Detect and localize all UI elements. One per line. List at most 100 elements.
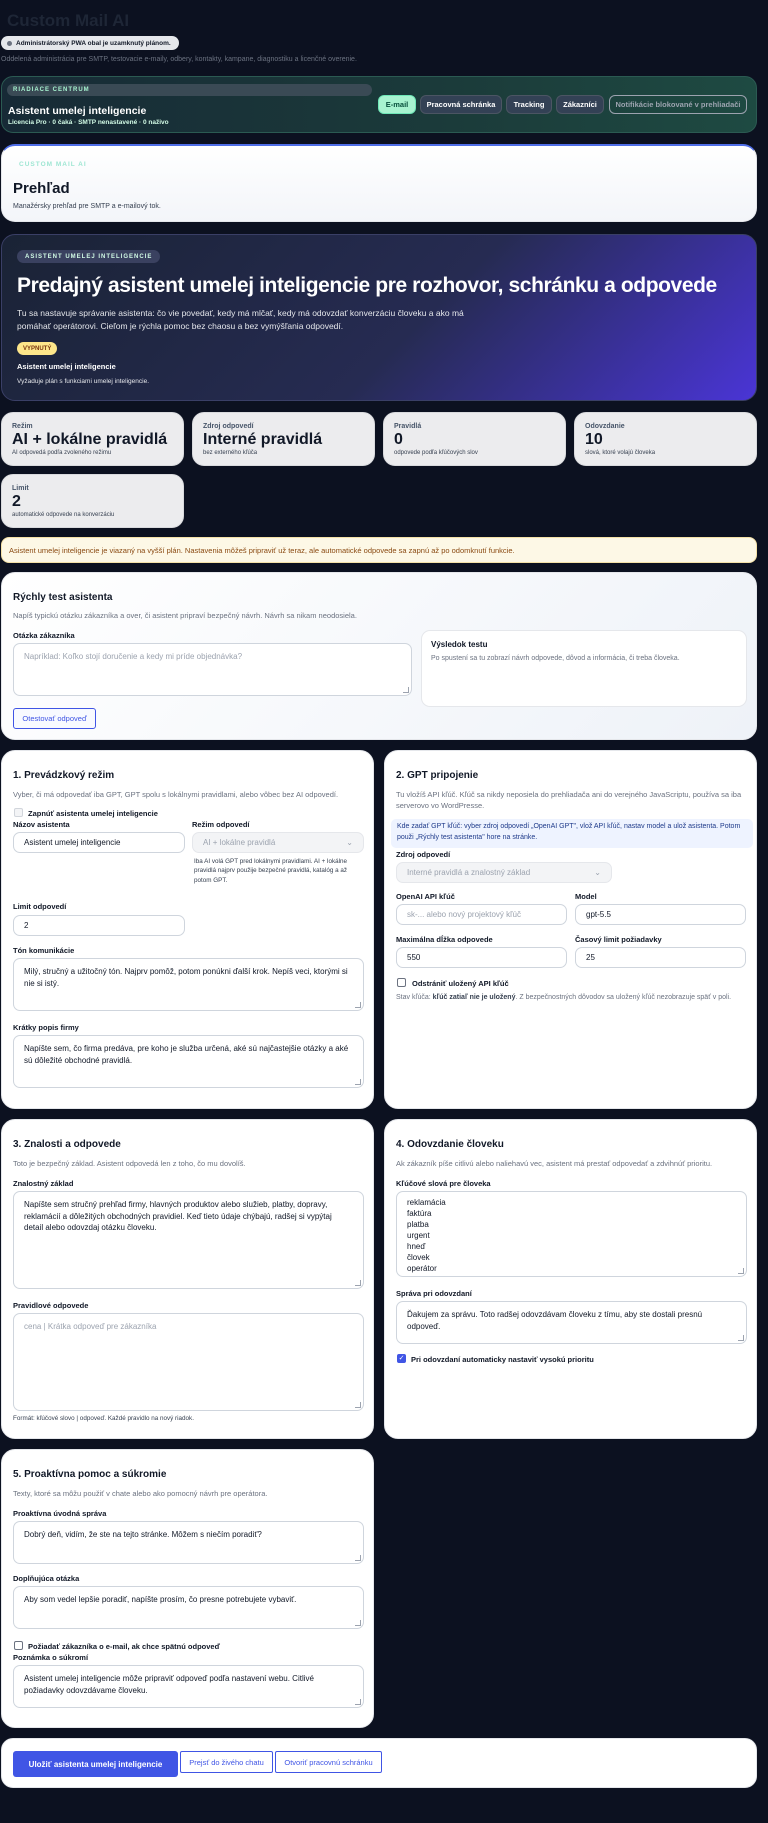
resize-handle-icon[interactable] [355, 1620, 361, 1626]
knowledge-title: 3. Znalosti a odpovede [13, 1139, 121, 1150]
remove-key-label: Odstrániť uložený API kľúč [412, 979, 509, 988]
proactive-subtitle: Texty, ktoré sa môžu použiť v chate aleb… [13, 1489, 268, 1498]
control-eyebrow: RIADIACE CENTRUM [7, 84, 372, 96]
handoff-message-textarea[interactable]: Ďakujem za správu. Toto radšej odovzdáva… [396, 1301, 747, 1344]
test-answer-button[interactable]: Otestovať odpoveď [13, 708, 96, 729]
ask-email-checkbox[interactable] [14, 1641, 23, 1650]
question-input[interactable]: Napríklad: Koľko stojí doručenie a kedy … [13, 643, 412, 696]
knowledge-base-label: Znalostný základ [13, 1179, 74, 1188]
notifications-blocked-button[interactable]: Notifikácie blokované v prehliadači [609, 95, 747, 114]
quick-test-title: Rýchly test asistenta [13, 592, 113, 603]
resize-handle-icon[interactable] [738, 1335, 744, 1341]
proactive-title: 5. Proaktívna pomoc a súkromie [13, 1469, 167, 1480]
source-select[interactable]: Interné pravidlá a znalostný základ ⌄ [396, 862, 612, 883]
intro-label: Proaktívna úvodná správa [13, 1509, 107, 1518]
keywords-label: Kľúčové slová pre človeka [396, 1179, 491, 1188]
hero-feature-title: Asistent umelej inteligencie [17, 362, 116, 371]
gpt-title: 2. GPT pripojenie [396, 770, 479, 781]
resize-handle-icon[interactable] [355, 1699, 361, 1705]
save-assistant-button[interactable]: Uložiť asistenta umelej inteligencie [13, 1751, 178, 1777]
overview-title: Prehľad [13, 180, 70, 197]
followup-textarea[interactable]: Aby som vedel lepšie poradiť, napíšte pr… [13, 1586, 364, 1629]
gpt-subtitle: Tu vložíš API kľúč. Kľúč sa nikdy neposi… [396, 790, 742, 810]
stat-source: Zdroj odpovedí Interné pravidlá bez exte… [192, 412, 375, 466]
reply-mode-label: Režim odpovedí [192, 820, 250, 829]
tab-tracking[interactable]: Tracking [506, 95, 552, 114]
gpt-card: 2. GPT pripojenie Tu vložíš API kľúč. Kľ… [384, 750, 757, 1109]
rules-help: Formát: kľúčové slovo | odpoveď. Každé p… [13, 1415, 194, 1422]
gpt-hint: Kde zadať GPT kľúč: vyber zdroj odpovedí… [391, 819, 753, 848]
chevron-down-icon: ⌄ [346, 838, 353, 847]
resize-handle-icon[interactable] [355, 1002, 361, 1008]
priority-checkbox[interactable]: ✓ [397, 1354, 406, 1363]
api-key-label: OpenAI API kľúč [396, 892, 455, 901]
result-text: Po spustení sa tu zobrazí návrh odpovede… [431, 655, 680, 662]
key-state: Stav kľúča: kľúč zatiaľ nie je uložený. … [396, 994, 732, 1001]
timeout-input[interactable]: 25 [575, 947, 746, 968]
api-key-input[interactable]: sk-... alebo nový projektový kľúč [396, 904, 567, 925]
quick-test-subtitle: Napíš typickú otázku zákazníka a over, č… [13, 611, 357, 620]
lock-dot-icon [7, 40, 12, 46]
knowledge-base-textarea[interactable]: Napíšte sem stručný prehľad firmy, hlavn… [13, 1191, 364, 1289]
resize-handle-icon[interactable] [355, 1402, 361, 1408]
hero-text: Tu sa nastavuje správanie asistenta: čo … [17, 308, 464, 332]
privacy-textarea[interactable]: Asistent umelej inteligencie môže pripra… [13, 1665, 364, 1708]
stat-mode: Režim AI + lokálne pravidlá AI odpovedá … [1, 412, 184, 466]
open-inbox-button[interactable]: Otvoriť pracovnú schránku [275, 1751, 382, 1773]
intro-textarea[interactable]: Dobrý deň, vidím, že ste na tejto stránk… [13, 1521, 364, 1564]
pwa-lock-badge: Administrátorský PWA obal je uzamknutý p… [1, 36, 179, 50]
assistant-name-label: Názov asistenta [13, 820, 70, 829]
live-chat-button[interactable]: Prejsť do živého chatu [180, 1751, 273, 1773]
stat-limit: Limit 2 automatické odpovede na konverzá… [1, 474, 184, 528]
company-textarea[interactable]: Napíšte sem, čo firma predáva, pre koho … [13, 1035, 364, 1088]
tone-label: Tón komunikácie [13, 946, 75, 955]
chevron-down-icon: ⌄ [594, 868, 601, 877]
handoff-card: 4. Odovzdanie človeku Ak zákazník píše c… [384, 1119, 757, 1439]
action-bar: Uložiť asistenta umelej inteligencie Pre… [1, 1738, 757, 1788]
max-length-label: Maximálna dĺžka odpovede [396, 935, 493, 944]
resize-handle-icon[interactable] [738, 1268, 744, 1274]
resize-handle-icon[interactable] [403, 687, 409, 693]
resize-handle-icon[interactable] [355, 1280, 361, 1286]
tab-customers[interactable]: Zákazníci [556, 95, 604, 114]
model-input[interactable]: gpt-5.5 [575, 904, 746, 925]
handoff-message-label: Správa pri odovzdaní [396, 1289, 472, 1298]
rules-textarea[interactable]: cena | Krátka odpoveď pre zákazníka [13, 1313, 364, 1411]
tab-email[interactable]: E-mail [378, 95, 416, 114]
page-title: Custom Mail AI [7, 11, 130, 30]
tone-textarea[interactable]: Milý, stručný a užitočný tón. Najprv pom… [13, 958, 364, 1011]
hero-status-badge: VYPNUTÝ [17, 342, 58, 355]
plan-warning: Asistent umelej inteligencie je viazaný … [1, 537, 757, 563]
result-title: Výsledok testu [431, 640, 488, 649]
resize-handle-icon[interactable] [355, 1555, 361, 1561]
timeout-label: Časový limit požiadavky [575, 935, 662, 944]
assistant-name-input[interactable]: Asistent umelej inteligencie [13, 832, 185, 853]
proactive-card: 5. Proaktívna pomoc a súkromie Texty, kt… [1, 1449, 374, 1728]
control-center: RIADIACE CENTRUM Asistent umelej intelig… [1, 76, 757, 133]
rules-label: Pravidlové odpovede [13, 1301, 89, 1310]
hero-feature-note: Vyžaduje plán s funkciami umelej intelig… [17, 378, 149, 385]
hero-title: Predajný asistent umelej inteligencie pr… [17, 274, 717, 297]
enable-assistant-checkbox[interactable] [14, 808, 23, 817]
reply-mode-select[interactable]: AI + lokálne pravidlá ⌄ [192, 832, 364, 853]
knowledge-card: 3. Znalosti a odpovede Toto je bezpečný … [1, 1119, 374, 1439]
model-label: Model [575, 892, 597, 901]
reply-mode-help: Iba AI volá GPT pred lokálnymi pravidlam… [194, 858, 348, 884]
knowledge-subtitle: Toto je bezpečný základ. Asistent odpove… [13, 1159, 246, 1168]
keywords-textarea[interactable]: reklamácia faktúra platba urgent hneď čl… [396, 1191, 747, 1277]
priority-label: Pri odovzdaní automaticky nastaviť vysok… [411, 1355, 594, 1364]
company-label: Krátky popis firmy [13, 1023, 79, 1032]
enable-assistant-label: Zapnúť asistenta umelej inteligencie [28, 809, 158, 818]
source-label: Zdroj odpovedí [396, 850, 451, 859]
control-title: Asistent umelej inteligencie [8, 105, 147, 117]
overview-card: CUSTOM MAIL AI Prehľad Manažérsky prehľa… [1, 144, 757, 222]
tab-inbox[interactable]: Pracovná schránka [420, 95, 502, 114]
page-subtitle: Oddelená administrácia pre SMTP, testova… [1, 56, 357, 63]
max-length-input[interactable]: 550 [396, 947, 567, 968]
mode-title: 1. Prevádzkový režim [13, 770, 115, 781]
reply-limit-input[interactable]: 2 [13, 915, 185, 936]
overview-eyebrow: CUSTOM MAIL AI [19, 161, 87, 168]
remove-key-checkbox[interactable] [397, 978, 406, 987]
resize-handle-icon[interactable] [355, 1079, 361, 1085]
mode-card: 1. Prevádzkový režim Vyber, či má odpove… [1, 750, 374, 1109]
